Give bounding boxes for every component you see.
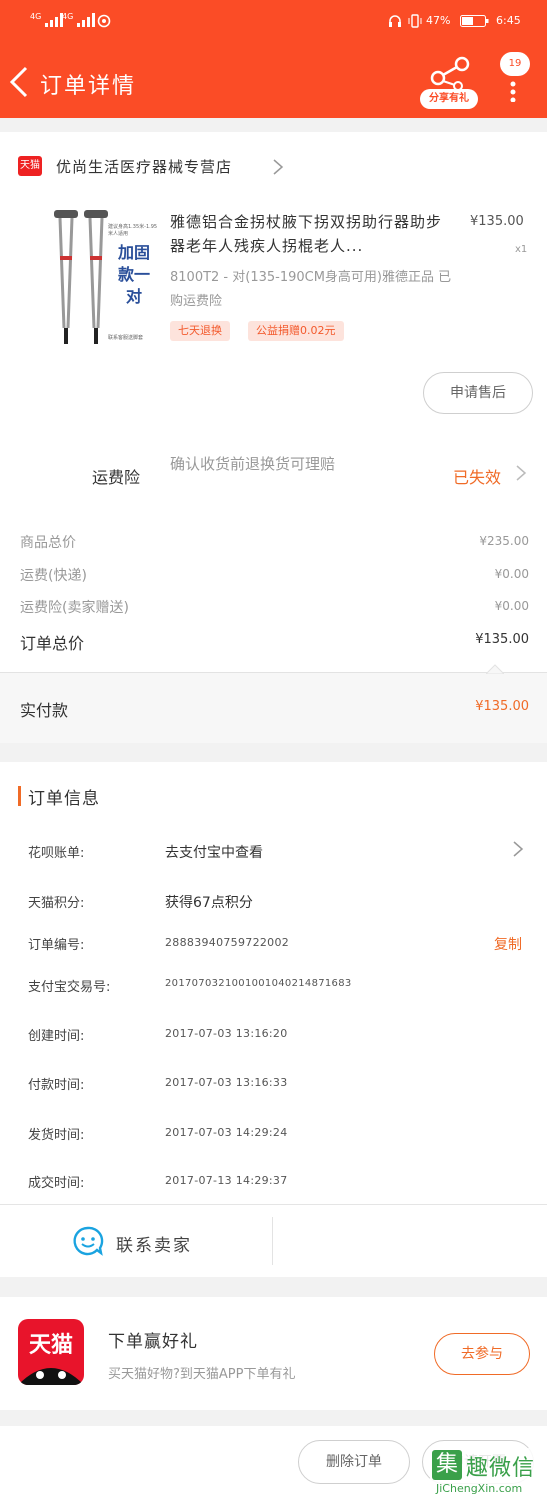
battery-percent: 47% <box>426 14 451 27</box>
signal-bars-icon <box>77 12 96 27</box>
insurance-desc: 确认收货前退换货可理赔 <box>170 455 336 473</box>
bottom-bar: 删除订单 申请开票 集 趣微信 JiChengXin.com <box>0 1426 547 1500</box>
signal-2: 4G <box>62 12 96 27</box>
deal-time-label: 成交时间: <box>28 1176 85 1191</box>
tag-return: 七天退换 <box>170 321 230 341</box>
share-label: 分享有礼 <box>420 89 478 109</box>
order-total-label: 订单总价 <box>20 634 85 653</box>
tmall-cat-icon <box>18 1368 84 1385</box>
product-image[interactable]: 建议身高1.35米-1.95米人适用 加固款一对 联系客服送脚套 <box>50 208 160 348</box>
shipping-insurance-label: 运费险(卖家赠送) <box>20 600 129 616</box>
points-value: 获得67点积分 <box>165 895 253 911</box>
pay-time-value: 2017-07-03 13:16:33 <box>165 1076 288 1089</box>
tmall-logo: 天猫 <box>18 1319 84 1385</box>
contact-seller-button[interactable]: 联系卖家 <box>0 1205 272 1277</box>
chat-bubble-icon <box>73 1226 104 1256</box>
tmall-logo-text: 天猫 <box>28 1333 73 1358</box>
order-no-value: 28883940759722002 <box>165 936 290 949</box>
after-sale-button[interactable]: 申请售后 <box>423 372 533 414</box>
more-dots-icon <box>510 81 516 102</box>
carrier-1-label: 4G <box>30 12 42 21</box>
order-info-title: 订单信息 <box>28 789 100 809</box>
top-bar: 4G 4G 47% 6:45 订单详情 分享有礼 19 <box>0 0 547 118</box>
carrier-2-label: 4G <box>62 12 74 21</box>
insurance-label: 运费险 <box>92 468 141 487</box>
watermark-url: JiChengXin.com <box>436 1482 523 1495</box>
paid-band: 实付款 ¥135.00 <box>0 664 547 743</box>
order-total-value: ¥135.00 <box>475 632 529 647</box>
alipay-no-label: 支付宝交易号: <box>28 980 111 995</box>
goods-total-value: ¥235.00 <box>479 534 529 548</box>
order-info-card: 订单信息 花呗账单: 去支付宝中查看 天猫积分: 获得67点积分 订单编号: 2… <box>0 762 547 1277</box>
product-title[interactable]: 雅德铝合金拐杖腋下拐双拐助行器助步器老年人残疾人拐棍老人... <box>170 210 455 258</box>
pay-time-label: 付款时间: <box>28 1078 85 1093</box>
promo-card: 天猫 下单赢好礼 买天猫好物?到天猫APP下单有礼 去参与 <box>0 1297 547 1410</box>
join-promo-button[interactable]: 去参与 <box>434 1333 530 1375</box>
watermark-logo: 集 <box>432 1450 462 1480</box>
crutches-icon <box>54 210 108 344</box>
battery-icon <box>460 15 489 27</box>
section-marker <box>18 786 21 806</box>
share-button[interactable]: 分享有礼 <box>420 56 480 110</box>
back-arrow-icon[interactable] <box>8 66 30 98</box>
create-time-label: 创建时间: <box>28 1029 85 1044</box>
chevron-right-icon <box>516 465 527 481</box>
product-spec: 8100T2 - 对(135-190CM身高可用)雅德正品 已购运费险 <box>170 270 452 309</box>
points-label: 天猫积分: <box>28 896 85 911</box>
message-count-badge: 19 <box>500 52 530 76</box>
paid-value: ¥135.00 <box>475 699 529 714</box>
tmall-badge: 天猫 <box>18 156 42 176</box>
headphone-icon <box>389 15 401 27</box>
chevron-right-icon <box>513 841 524 857</box>
product-price: ¥135.00 <box>470 214 524 229</box>
vibrate-icon <box>408 14 422 28</box>
image-caption-bottom: 联系客服送脚套 <box>108 335 144 341</box>
share-icon <box>430 56 470 90</box>
insurance-status[interactable]: 已失效 <box>453 464 501 488</box>
image-caption-big: 加固款一对 <box>117 243 150 306</box>
page-title: 订单详情 <box>40 74 137 99</box>
netease-icon <box>97 14 111 28</box>
caret-up-icon <box>486 664 504 674</box>
shipping-value: ¥0.00 <box>494 567 529 581</box>
deal-time-value: 2017-07-13 14:29:37 <box>165 1174 288 1187</box>
watermark-text: 趣微信 <box>466 1456 536 1481</box>
watermark: 集 趣微信 JiChengXin.com <box>430 1448 544 1498</box>
signal-1: 4G <box>30 12 64 27</box>
ship-time-value: 2017-07-03 14:29:24 <box>165 1126 288 1139</box>
promo-title: 下单赢好礼 <box>108 1332 198 1352</box>
order-card: 天猫 优尚生活医疗器械专营店 建议身高1.35米-1.95米人适用 加固款一对 … <box>0 132 547 743</box>
shop-name[interactable]: 优尚生活医疗器械专营店 <box>56 156 232 177</box>
create-time-value: 2017-07-03 13:16:20 <box>165 1027 288 1040</box>
goods-total-label: 商品总价 <box>20 535 76 551</box>
shipping-insurance-value: ¥0.00 <box>494 599 529 613</box>
ship-time-label: 发货时间: <box>28 1128 85 1143</box>
delete-order-button[interactable]: 删除订单 <box>298 1440 410 1484</box>
order-no-label: 订单编号: <box>28 938 85 953</box>
alipay-no-value: 2017070321001001040214871683 <box>165 978 352 989</box>
contact-seller-label: 联系卖家 <box>116 1236 192 1256</box>
vertical-divider <box>272 1217 273 1265</box>
tag-charity: 公益捐赠0.02元 <box>248 321 344 341</box>
image-caption-small: 建议身高1.35米-1.95米人适用 <box>108 224 158 237</box>
promo-desc: 买天猫好物?到天猫APP下单有礼 <box>108 1367 296 1382</box>
clock: 6:45 <box>496 14 521 27</box>
more-menu-button[interactable]: 19 <box>497 52 531 104</box>
huabei-label: 花呗账单: <box>28 846 85 861</box>
copy-button[interactable]: 复制 <box>494 934 522 954</box>
shipping-label: 运费(快递) <box>20 568 87 584</box>
paid-label: 实付款 <box>20 701 69 720</box>
chevron-right-icon <box>273 159 284 175</box>
signal-bars-icon <box>45 12 64 27</box>
huabei-value[interactable]: 去支付宝中查看 <box>165 842 263 862</box>
product-qty: x1 <box>515 244 528 255</box>
